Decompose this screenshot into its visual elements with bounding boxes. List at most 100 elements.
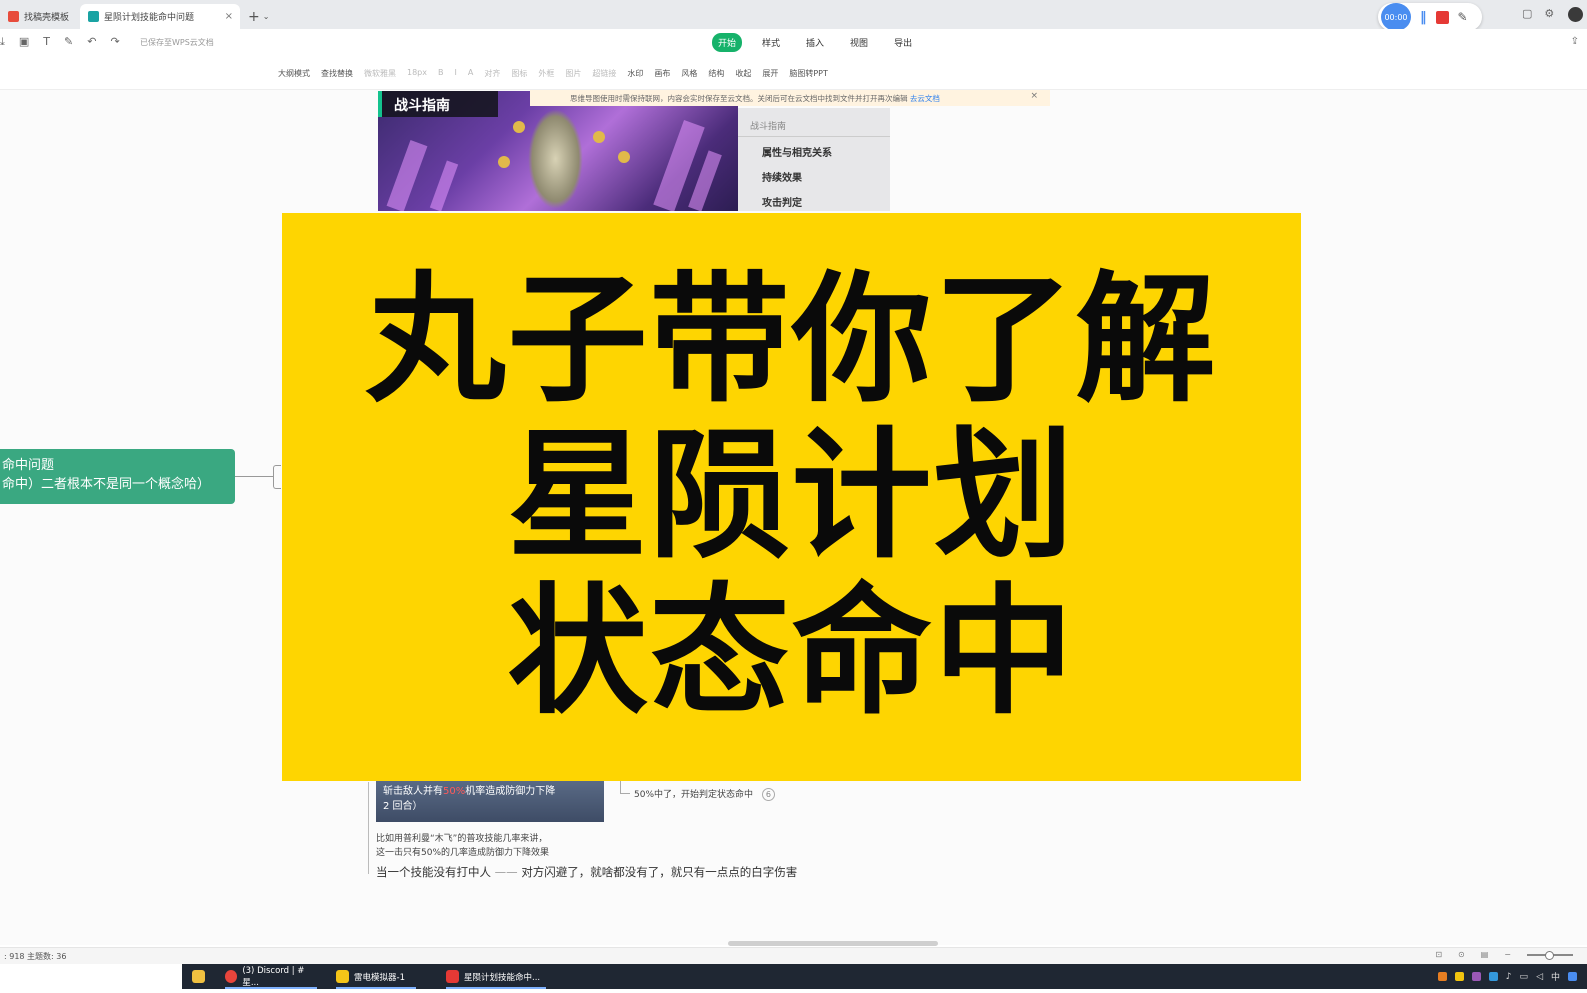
frame-button[interactable]: 外框 xyxy=(538,68,554,79)
skill-caption: 比如用普利曼“木飞”的普攻技能几率来讲， 这一击只有50%的几率造成防御力下降效… xyxy=(376,832,549,860)
connector-line xyxy=(235,476,273,477)
tab-mindmap[interactable]: 星陨计划技能命中问题 × xyxy=(80,4,240,29)
book-icon[interactable]: ▤ xyxy=(1481,950,1489,959)
mindmap-root-node[interactable]: 命中问题 命中）二者根本不是同一个概念哈） xyxy=(0,449,235,504)
save-icon[interactable]: ▣ xyxy=(19,35,29,49)
notice-text: 思维导图使用时需保持联网，内容会实时保存至云文档。关闭后可在云文档中找到文件并打… xyxy=(570,94,908,103)
taskbar-app-emulator[interactable]: 雷电模拟器-1 xyxy=(336,968,416,989)
stop-icon[interactable] xyxy=(1435,10,1449,24)
redo-icon[interactable]: ↷ xyxy=(110,35,119,49)
screen-recorder-widget: 00:00 ‖ ✎ xyxy=(1378,3,1482,31)
tray-app-icon[interactable] xyxy=(1471,972,1481,981)
mindmap-branch-node[interactable]: 50%中了，开始判定状态命中 6 xyxy=(634,787,775,801)
mic-icon[interactable]: ♪ xyxy=(1506,972,1512,982)
font-color-button[interactable]: A xyxy=(468,68,473,79)
fit-icon[interactable]: ⊡ xyxy=(1435,950,1442,959)
collapse-button[interactable]: 收起 xyxy=(735,68,751,79)
settings-icon[interactable]: ⚙ xyxy=(1544,7,1554,20)
tab-style[interactable]: 样式 xyxy=(756,33,786,52)
template-favicon-icon xyxy=(8,11,19,22)
theme-button[interactable]: 风格 xyxy=(681,68,697,79)
structure-button[interactable]: 结构 xyxy=(708,68,724,79)
file-explorer-icon[interactable] xyxy=(192,968,205,985)
find-replace-button[interactable]: 查找替换 xyxy=(321,68,353,79)
mindmap-main-node[interactable]: 当一个技能没有打中人 —— 对方闪避了，就啥都没有了，就只有一点点的白字伤害 xyxy=(376,864,797,880)
browser-tab-bar: 找稿壳模板 星陨计划技能命中问题 × + ⌄ xyxy=(0,0,1587,29)
banner-line: 状态命中 xyxy=(507,571,1076,734)
word-count: : 918 主题数: 36 xyxy=(4,952,67,961)
watermark-button[interactable]: 水印 xyxy=(627,68,643,79)
italic-button[interactable]: I xyxy=(455,68,457,79)
branch-line xyxy=(368,782,369,874)
main-node-separator: —— xyxy=(494,865,518,879)
cloud-notice-bar: 思维导图使用时需保持联网，内容会实时保存至云文档。关闭后可在云文档中找到文件并打… xyxy=(530,90,1050,106)
skill-text: 斩击敌人并有 xyxy=(383,786,443,797)
notification-icon[interactable] xyxy=(1568,972,1577,981)
undo-icon[interactable]: ↶ xyxy=(87,35,96,49)
tab-export[interactable]: 导出 xyxy=(888,33,918,52)
node-title: 命中问题 xyxy=(2,458,55,473)
menu-tabs: 开始 样式 插入 视图 导出 xyxy=(712,33,918,52)
tab-close-icon[interactable]: × xyxy=(225,11,233,22)
close-icon[interactable]: × xyxy=(1030,91,1038,101)
tray-app-icon[interactable] xyxy=(1454,972,1464,981)
taskbar-app-label: 星陨计划技能命中... xyxy=(464,972,541,983)
tab-start[interactable]: 开始 xyxy=(712,33,743,52)
download-icon[interactable]: ⤓ xyxy=(0,35,5,49)
zoom-slider[interactable] xyxy=(1527,950,1573,960)
layout-icon[interactable]: ▢ xyxy=(1522,7,1532,20)
child-count-badge[interactable]: 6 xyxy=(761,788,775,801)
share-icon[interactable]: ⇪ xyxy=(1571,36,1579,47)
taskbar-app-discord[interactable]: (3) Discord | #星... xyxy=(225,965,317,989)
branch-text: 50%中了，开始判定状态命中 xyxy=(634,790,754,800)
guide-sidebar-title: 战斗指南 xyxy=(738,108,890,137)
guide-sidebar: 战斗指南 属性与相克关系 持续效果 攻击判定 xyxy=(738,108,890,211)
align-button[interactable]: 对齐 xyxy=(484,68,500,79)
new-tab-button[interactable]: + ⌄ xyxy=(240,4,277,29)
tab-view[interactable]: 视图 xyxy=(844,33,874,52)
branch-line xyxy=(620,780,630,794)
guide-item: 攻击判定 xyxy=(762,198,802,209)
saved-status: 已保存至WPS云文档 xyxy=(140,38,214,47)
chevron-down-icon[interactable]: ⌄ xyxy=(263,12,270,21)
format-painter-icon[interactable]: T xyxy=(43,35,50,49)
chrome-icon xyxy=(225,970,238,983)
image-button[interactable]: 图片 xyxy=(565,68,581,79)
font-size-select[interactable]: 18px xyxy=(407,68,427,79)
tab-label: 星陨计划技能命中问题 xyxy=(104,13,195,23)
skill-screenshot: 斩击敌人并有50%机率造成防御力下降 2 回合） xyxy=(376,780,604,822)
horizontal-scrollbar[interactable] xyxy=(728,941,938,946)
guide-item: 持续效果 xyxy=(762,173,802,184)
to-ppt-button[interactable]: 脑图转PPT xyxy=(789,68,828,79)
tray-app-icon[interactable] xyxy=(1437,972,1447,981)
icon-button[interactable]: 图标 xyxy=(511,68,527,79)
tab-template[interactable]: 找稿壳模板 xyxy=(0,4,80,29)
avatar[interactable] xyxy=(1568,7,1583,22)
pause-icon[interactable]: ‖ xyxy=(1420,10,1427,25)
locate-icon[interactable]: ⊙ xyxy=(1458,950,1465,959)
volume-icon[interactable]: ◁ xyxy=(1536,972,1543,982)
tray-app-icon[interactable] xyxy=(1488,972,1498,981)
font-select[interactable]: 微软雅黑 xyxy=(364,68,396,79)
bold-button[interactable]: B xyxy=(438,68,444,79)
guide-item: 属性与相克关系 xyxy=(762,148,832,159)
taskbar-app-label: (3) Discord | #星... xyxy=(242,965,305,988)
outline-mode-button[interactable]: 大纲模式 xyxy=(278,68,310,79)
canvas-button[interactable]: 画布 xyxy=(654,68,670,79)
ime-indicator[interactable]: 中 xyxy=(1551,970,1560,983)
node-subtitle: 命中）二者根本不是同一个概念哈） xyxy=(2,477,211,492)
doc-header: ⤓ ▣ T ✎ ↶ ↷ 已保存至WPS云文档 开始 样式 插入 视图 导出 ⇪ xyxy=(0,29,1587,56)
tab-insert[interactable]: 插入 xyxy=(800,33,830,52)
skill-text: 机率造成防御力下降 xyxy=(465,786,556,797)
expand-button[interactable]: 展开 xyxy=(762,68,778,79)
zoom-out-icon[interactable]: − xyxy=(1504,950,1511,959)
network-icon[interactable]: ▭ xyxy=(1520,972,1529,982)
status-bar: : 918 主题数: 36 ⊡ ⊙ ▤ − xyxy=(0,947,1587,964)
system-tray: ♪ ▭ ◁ 中 xyxy=(1437,970,1577,983)
link-button[interactable]: 超链接 xyxy=(592,68,616,79)
pen-icon[interactable]: ✎ xyxy=(1458,10,1468,24)
eraser-icon[interactable]: ✎ xyxy=(64,35,73,49)
taskbar-app-wps[interactable]: 星陨计划技能命中... xyxy=(446,968,546,989)
format-toolbar: 大纲模式 查找替换 微软雅黑 18px B I A 对齐 图标 外框 图片 超链… xyxy=(0,56,1587,90)
cloud-doc-link[interactable]: 去云文档 xyxy=(910,94,940,103)
